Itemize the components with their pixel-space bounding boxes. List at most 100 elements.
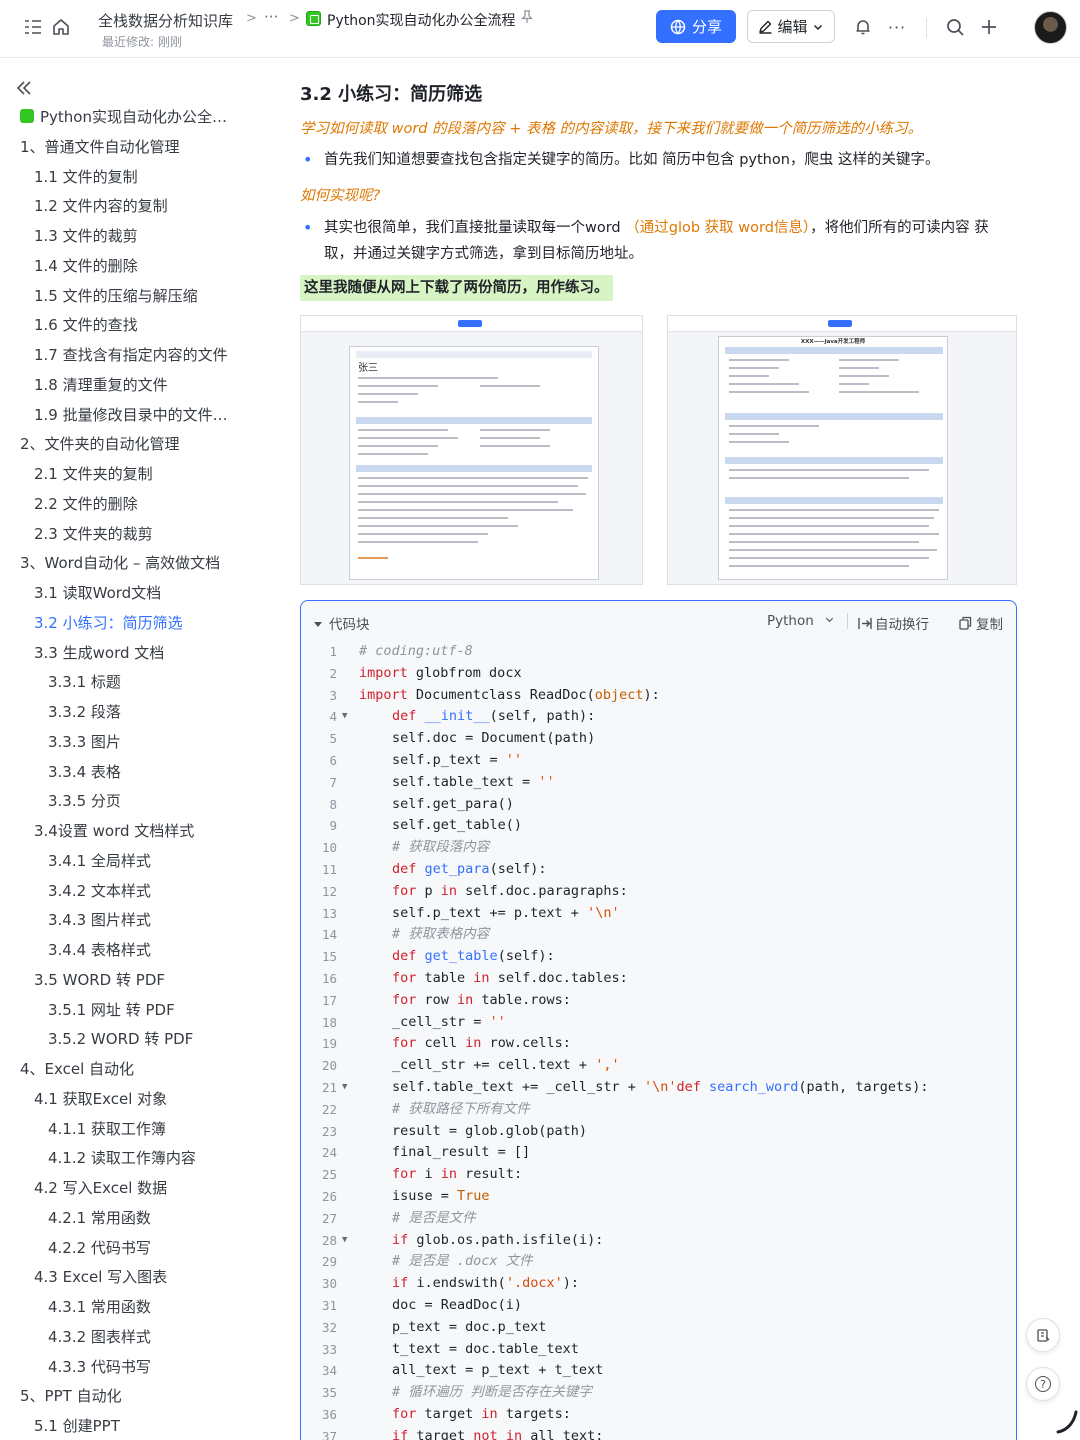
outline-item[interactable]: 2、文件夹的自动化管理 bbox=[0, 430, 275, 460]
code-text: for table in self.doc.tables: bbox=[392, 969, 628, 986]
outline-item[interactable]: 3.4.2 文本样式 bbox=[0, 877, 275, 907]
code-line: 23 result = glob.glob(path) bbox=[301, 1121, 1016, 1143]
outline-item[interactable]: 3.3.2 段落 bbox=[0, 698, 275, 728]
outline-item[interactable]: 1、普通文件自动化管理 bbox=[0, 133, 275, 163]
fold-caret-icon[interactable]: ▼ bbox=[342, 1077, 347, 1099]
outline-item[interactable]: 4.2.1 常用函数 bbox=[0, 1204, 275, 1234]
bell-icon[interactable] bbox=[852, 16, 874, 38]
doc-tools-button[interactable] bbox=[1026, 1318, 1060, 1352]
outline-item[interactable]: 4.3.3 代码书写 bbox=[0, 1353, 275, 1383]
line-number: 2 bbox=[329, 665, 337, 681]
outline-item[interactable]: 4.3.1 常用函数 bbox=[0, 1293, 275, 1323]
pin-icon[interactable] bbox=[520, 10, 534, 28]
outline-item[interactable]: 3.5.1 网址 转 PDF bbox=[0, 996, 275, 1026]
outline-item[interactable]: 5.1 创建PPT bbox=[0, 1412, 275, 1440]
outline-item[interactable]: 4.1 获取Excel 对象 bbox=[0, 1085, 275, 1115]
code-line: 7 self.table_text = '' bbox=[301, 772, 1016, 794]
outline-item[interactable]: 1.4 文件的删除 bbox=[0, 252, 275, 282]
edit-button[interactable]: 编辑 bbox=[747, 10, 835, 43]
outline-item[interactable]: 1.2 文件内容的复制 bbox=[0, 192, 275, 222]
copy-code-label: 复制 bbox=[976, 617, 1003, 633]
breadcrumb-more[interactable]: ··· bbox=[264, 8, 278, 26]
outline-item[interactable]: 3.4设置 word 文档样式 bbox=[0, 817, 275, 847]
collapse-sidebar-icon[interactable] bbox=[16, 79, 32, 100]
home-icon[interactable] bbox=[50, 16, 72, 38]
outline-item[interactable]: 3.3.3 图片 bbox=[0, 728, 275, 758]
outline-item[interactable]: 1.6 文件的查找 bbox=[0, 311, 275, 341]
outline-item[interactable]: 3.3.1 标题 bbox=[0, 668, 275, 698]
language-label: Python bbox=[767, 613, 814, 629]
resume-name: 张三 bbox=[358, 363, 378, 374]
outline-item[interactable]: 4.1.1 获取工作簿 bbox=[0, 1115, 275, 1145]
more-menu-icon[interactable]: ··· bbox=[886, 16, 908, 38]
outline-item[interactable]: 4、Excel 自动化 bbox=[0, 1055, 275, 1085]
outline-toggle-icon[interactable] bbox=[22, 16, 44, 38]
line-number: 16 bbox=[321, 970, 337, 986]
highlighted-text: 这里我随便从网上下载了两份简历，用作练习。 bbox=[300, 275, 613, 301]
outline-item[interactable]: 4.2.2 代码书写 bbox=[0, 1234, 275, 1264]
search-icon[interactable] bbox=[944, 16, 966, 38]
outline-item[interactable]: 4.3 Excel 写入图表 bbox=[0, 1263, 275, 1293]
code-line: 20 _cell_str += cell.text + ',' bbox=[301, 1055, 1016, 1077]
outline-item[interactable]: 1.9 批量修改目录中的文件名称 bbox=[0, 401, 275, 431]
outline-item[interactable]: 1.5 文件的压缩与解压缩 bbox=[0, 282, 275, 312]
breadcrumb-root[interactable]: 全栈数据分析知识库 bbox=[98, 10, 233, 31]
outline-item[interactable]: 4.3.2 图表样式 bbox=[0, 1323, 275, 1353]
help-button[interactable]: ? bbox=[1026, 1367, 1060, 1401]
code-block-toggle[interactable]: 代码块 bbox=[313, 613, 370, 633]
outline-item[interactable]: 3.1 读取Word文档 bbox=[0, 579, 275, 609]
copy-code-button[interactable]: 复制 bbox=[959, 613, 1003, 633]
code-line: 5 self.doc = Document(path) bbox=[301, 728, 1016, 750]
code-line: 30 if i.endswith('.docx'): bbox=[301, 1273, 1016, 1295]
code-line: 32 p_text = doc.p_text bbox=[301, 1317, 1016, 1339]
outline-item[interactable]: 3、Word自动化 – 高效做文档 bbox=[0, 549, 275, 579]
language-selector[interactable]: Python bbox=[767, 613, 835, 629]
outline-item[interactable]: 3.3 生成word 文档 bbox=[0, 639, 275, 669]
fold-caret-icon[interactable]: ▼ bbox=[342, 706, 347, 728]
code-text: # 是否是 .docx 文件 bbox=[392, 1253, 533, 1270]
share-button[interactable]: 分享 bbox=[656, 10, 736, 43]
breadcrumb-doc-title[interactable]: Python实现自动化办公全流程 bbox=[327, 10, 516, 30]
line-number: 35 bbox=[321, 1385, 337, 1401]
outline-item[interactable]: 3.5.2 WORD 转 PDF bbox=[0, 1025, 275, 1055]
outline-item[interactable]: 3.4.3 图片样式 bbox=[0, 906, 275, 936]
outline-item[interactable]: 3.4.4 表格样式 bbox=[0, 936, 275, 966]
code-text: self.p_text = '' bbox=[392, 751, 523, 768]
outline-item[interactable]: 1.3 文件的裁剪 bbox=[0, 222, 275, 252]
line-number: 17 bbox=[321, 992, 337, 1008]
code-block[interactable]: 代码块 Python 自动换行 复制 1 # coding:utf-8 2 impor… bbox=[300, 600, 1017, 1440]
avatar[interactable] bbox=[1034, 11, 1067, 44]
code-block-header: 代码块 Python 自动换行 复制 bbox=[301, 601, 1016, 641]
caret-down-icon bbox=[314, 622, 322, 627]
outline-item[interactable]: 5、PPT 自动化 bbox=[0, 1382, 275, 1412]
outline-item[interactable]: 2.1 文件夹的复制 bbox=[0, 460, 275, 490]
outline-item[interactable]: 2.3 文件夹的裁剪 bbox=[0, 520, 275, 550]
resume-image-left[interactable]: 张三 bbox=[300, 315, 643, 585]
copy-icon bbox=[959, 616, 972, 630]
outline-item[interactable]: 3.4.1 全局样式 bbox=[0, 847, 275, 877]
resume-image-right[interactable]: XXX——Java开发工程师 bbox=[667, 315, 1017, 585]
intro-text: 学习如何读取 word 的段落内容 + 表格 的内容读取，接下来我们就要做一个简… bbox=[300, 121, 923, 137]
outline-root-label: Python实现自动化办公全流程 bbox=[40, 108, 242, 126]
wrap-lines-button[interactable]: 自动换行 bbox=[858, 613, 929, 633]
code-text: if glob.os.path.isfile(i): bbox=[392, 1231, 604, 1248]
outline-root[interactable]: Python实现自动化办公全流程 bbox=[0, 103, 275, 133]
outline-item[interactable]: 2.2 文件的删除 bbox=[0, 490, 275, 520]
outline-item[interactable]: 4.1.2 读取工作簿内容 bbox=[0, 1144, 275, 1174]
outline-item[interactable]: 1.1 文件的复制 bbox=[0, 163, 275, 193]
plus-icon[interactable] bbox=[978, 16, 1000, 38]
code-text: final_result = [] bbox=[392, 1144, 531, 1161]
outline-item[interactable]: 3.3.5 分页 bbox=[0, 787, 275, 817]
wrap-lines-label: 自动换行 bbox=[875, 617, 929, 633]
outline-item[interactable]: 4.2 写入Excel 数据 bbox=[0, 1174, 275, 1204]
line-number: 37 bbox=[321, 1428, 337, 1440]
outline-item[interactable]: 1.8 清理重复的文件 bbox=[0, 371, 275, 401]
code-text: self.get_para() bbox=[392, 795, 514, 812]
outline-item[interactable]: 3.5 WORD 转 PDF bbox=[0, 966, 275, 996]
fold-caret-icon[interactable]: ▼ bbox=[342, 1230, 347, 1252]
outline-item[interactable]: 1.7 查找含有指定内容的文件 bbox=[0, 341, 275, 371]
pen-tool-icon[interactable] bbox=[1056, 1410, 1078, 1434]
line-number: 10 bbox=[321, 840, 337, 856]
outline-item[interactable]: 3.3.4 表格 bbox=[0, 758, 275, 788]
outline-item[interactable]: 3.2 小练习：简历筛选 bbox=[0, 609, 275, 639]
